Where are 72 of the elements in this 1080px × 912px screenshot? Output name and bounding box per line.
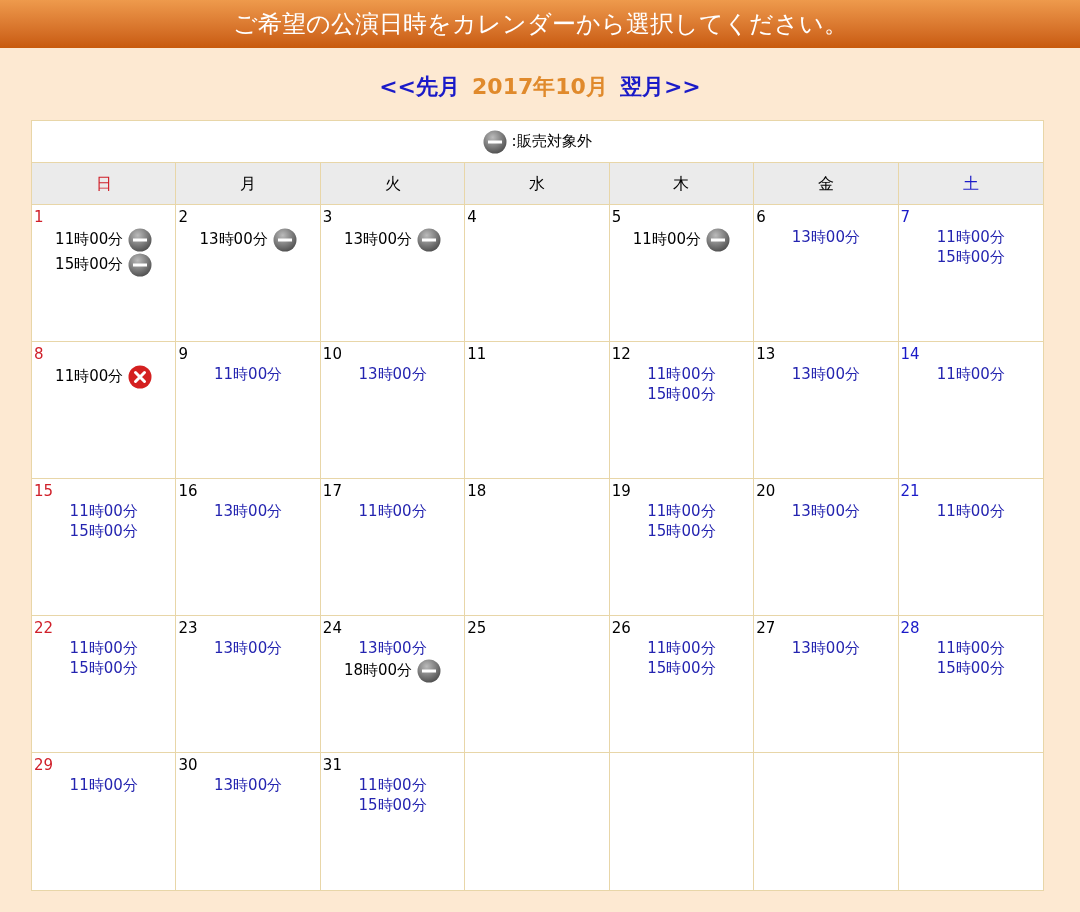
next-month-link[interactable]: 翌月>> [619,69,701,103]
previous-month-link[interactable]: <<先月 [379,69,461,103]
minus-icon [483,129,508,154]
minus-icon [706,227,730,252]
minus-icon [417,227,442,252]
day-number: 13 [756,344,776,364]
banner: ご希望の公演日時をカレンダーから選択してください。 [0,0,1080,48]
day-number: 28 [900,618,920,638]
day-number: 12 [611,344,631,364]
day-number: 29 [34,755,54,775]
day-number: 9 [178,344,188,364]
weekday-header: 日 [32,163,177,205]
day-number: 17 [322,481,342,501]
showtime-link[interactable]: 13時00分 [358,636,427,660]
day-number: 14 [900,344,920,364]
showtime-link[interactable]: 11時00分 [936,362,1005,386]
day-number: 31 [322,755,342,775]
day-number: 16 [178,481,198,501]
day-number: 2 [178,207,188,227]
showtime-label: 13時00分 [343,229,413,251]
cross-icon [128,364,153,389]
weekday-header: 火 [320,163,466,205]
day-number: 20 [756,481,776,501]
day-number: 5 [611,207,622,227]
day-number: 23 [178,618,198,638]
showtime-link[interactable]: 13時00分 [791,362,860,386]
day-number: 19 [611,481,631,501]
weekday-header: 金 [754,163,899,205]
day-number: 4 [467,207,477,227]
showtime-link[interactable]: 11時00分 [214,362,283,386]
showtime-label: 18時00分 [343,660,413,682]
showtime-link[interactable]: 13時00分 [214,499,283,523]
minus-icon [417,658,442,683]
legend-label: :販売対象外 [511,131,592,153]
day-number: 22 [34,618,54,638]
day-number: 15 [34,481,54,501]
day-number: 8 [34,344,44,364]
day-number: 21 [900,481,920,501]
showtime-label: 11時00分 [55,366,124,388]
showtime-link[interactable]: 13時00分 [358,362,427,386]
showtime-link[interactable]: 13時00分 [791,499,860,523]
weekday-header: 木 [609,163,755,205]
day-number: 7 [900,207,911,227]
showtime-label: 15時00分 [55,254,124,276]
day-number: 6 [756,207,766,227]
day-number: 3 [322,207,333,227]
showtime-link[interactable]: 13時00分 [791,225,860,249]
showtime-label: 11時00分 [55,229,124,251]
day-number: 25 [467,618,487,638]
showtime-link[interactable]: 11時00分 [936,499,1005,523]
current-month: 2017年10月 [472,72,608,101]
showtime-label: 11時00分 [632,229,701,251]
day-number: 24 [322,618,342,638]
day-number: 1 [34,207,44,227]
minus-icon [128,227,153,252]
showtime-link[interactable]: 11時00分 [69,773,138,797]
day-number: 18 [467,481,487,501]
minus-icon [128,252,153,277]
showtime-link[interactable]: 11時00分 [358,499,427,523]
day-number: 30 [178,755,198,775]
showtime-link[interactable]: 13時00分 [214,773,283,797]
showtime-link[interactable]: 13時00分 [214,636,283,660]
minus-icon [272,227,297,252]
showtime-label: 13時00分 [199,229,268,251]
day-number: 10 [322,344,342,364]
showtime-link[interactable]: 13時00分 [791,636,860,660]
weekday-header: 土 [898,163,1043,205]
day-number: 26 [611,618,631,638]
day-number: 11 [467,344,487,364]
day-number: 27 [756,618,776,638]
weekday-header: 月 [176,163,321,205]
weekday-header: 水 [465,163,610,205]
